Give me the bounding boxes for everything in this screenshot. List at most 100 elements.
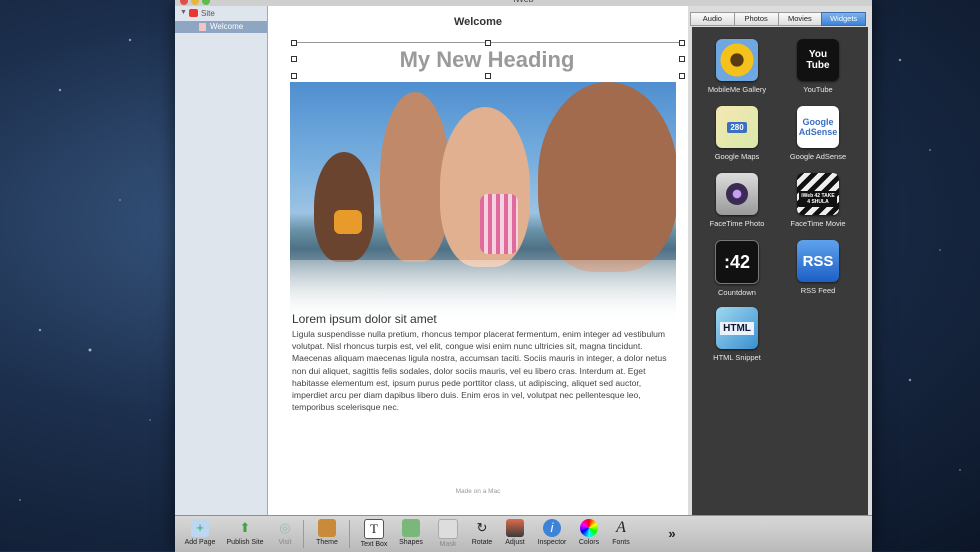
sidebar-item-welcome[interactable]: Welcome <box>175 21 267 33</box>
fonts-button[interactable]: A Fonts <box>609 518 633 546</box>
add-page-icon: + <box>191 519 209 537</box>
rotate-icon: ↻ <box>476 520 488 535</box>
camera-lens-icon <box>726 183 748 205</box>
theme-button[interactable]: Theme <box>313 518 341 546</box>
adjust-icon <box>506 519 524 537</box>
fonts-label: Fonts <box>612 539 630 546</box>
toolbar-separator <box>303 520 304 548</box>
widget-facetime-movie[interactable]: iWeb 42 TAKE 4 SHULA FaceTime Movie <box>778 173 858 228</box>
widget-mobileme-gallery[interactable]: MobileMe Gallery <box>697 39 777 94</box>
window-title: iWeb <box>175 0 872 4</box>
tab-audio[interactable]: Audio <box>690 12 735 26</box>
mask-button[interactable]: Mask <box>435 518 461 548</box>
body-text[interactable]: Ligula suspendisse nulla pretium, rhoncu… <box>292 328 672 413</box>
disclosure-triangle-icon[interactable]: ▼ <box>180 9 187 16</box>
rotate-button[interactable]: ↻ Rotate <box>469 518 495 546</box>
google-maps-icon: 280 <box>716 106 758 148</box>
photo-reflection <box>290 260 676 320</box>
body-heading[interactable]: Lorem ipsum dolor sit amet <box>292 312 437 326</box>
add-page-button[interactable]: + Add Page <box>183 518 217 546</box>
resize-handle[interactable] <box>679 40 685 46</box>
swimsuit-shape <box>334 210 362 234</box>
adjust-button[interactable]: Adjust <box>501 518 529 546</box>
widget-label: Google Maps <box>714 152 760 161</box>
visit-button[interactable]: ◎ Visit <box>273 518 297 546</box>
beach-photo[interactable] <box>290 82 676 320</box>
countdown-icon: :42 <box>715 240 759 284</box>
visit-label: Visit <box>278 539 292 546</box>
youtube-icon-text: You Tube <box>806 49 830 71</box>
widget-rss-feed[interactable]: RSS RSS Feed <box>778 240 858 295</box>
publish-site-button[interactable]: ⬆ Publish Site <box>225 518 265 546</box>
widget-grid: MobileMe Gallery You Tube YouTube 280 Go… <box>692 27 868 515</box>
adjust-label: Adjust <box>505 539 525 546</box>
toolbar-overflow-button[interactable]: » <box>665 526 679 541</box>
widget-facetime-photo[interactable]: FaceTime Photo <box>697 173 777 228</box>
resize-handle[interactable] <box>485 73 491 79</box>
widget-label: YouTube <box>803 85 833 94</box>
colors-button[interactable]: Colors <box>575 518 603 546</box>
facetime-photo-icon <box>716 173 758 215</box>
site-sidebar: ▼ Site Welcome <box>175 6 268 515</box>
theme-label: Theme <box>316 539 338 546</box>
page-title[interactable]: Welcome <box>268 16 688 28</box>
widget-google-adsense[interactable]: Google AdSense Google AdSense <box>778 106 858 161</box>
inspector-icon: i <box>543 519 561 537</box>
toolbar-separator <box>349 520 350 548</box>
rss-icon: RSS <box>797 240 839 282</box>
visit-globe-icon: ◎ <box>279 520 291 535</box>
page-heading[interactable]: My New Heading <box>294 47 680 73</box>
html-icon: HTML <box>716 307 758 349</box>
google-adsense-icon: Google AdSense <box>797 106 839 148</box>
widget-google-maps[interactable]: 280 Google Maps <box>697 106 777 161</box>
publish-arrow-icon: ⬆ <box>239 520 251 535</box>
heading-text-box[interactable]: My New Heading <box>291 40 685 79</box>
person-shape <box>538 82 676 272</box>
inspector-button[interactable]: i Inspector <box>535 518 569 546</box>
sunflower-icon <box>716 39 758 81</box>
text-box-button[interactable]: T Text Box <box>357 518 391 548</box>
add-page-label: Add Page <box>184 539 216 546</box>
clapperboard-icon: iWeb 42 TAKE 4 SHULA <box>797 173 839 215</box>
tab-movies[interactable]: Movies <box>777 12 823 26</box>
widget-label: FaceTime Movie <box>790 219 846 228</box>
person-shape <box>314 152 374 262</box>
shapes-button[interactable]: Shapes <box>397 518 425 546</box>
resize-handle[interactable] <box>291 40 297 46</box>
resize-handle[interactable] <box>485 40 491 46</box>
text-box-label: Text Box <box>360 541 388 548</box>
rss-icon-text: RSS <box>802 252 834 270</box>
sidebar-item-site[interactable]: ▼ Site <box>175 8 267 21</box>
mask-label: Mask <box>439 541 457 548</box>
widget-label: FaceTime Photo <box>709 219 765 228</box>
site-icon <box>189 9 198 17</box>
widget-html-snippet[interactable]: HTML HTML Snippet <box>697 307 777 362</box>
resize-handle[interactable] <box>291 73 297 79</box>
resize-handle[interactable] <box>679 73 685 79</box>
clapper-text: iWeb 42 TAKE 4 SHULA <box>799 191 837 207</box>
made-on-a-mac-text: Made on a Mac <box>455 488 501 495</box>
tab-widgets[interactable]: Widgets <box>821 12 866 26</box>
widget-label: MobileMe Gallery <box>707 85 767 94</box>
page-icon <box>199 23 206 31</box>
html-icon-text: HTML <box>720 321 754 335</box>
shapes-icon <box>402 519 420 537</box>
colors-label: Colors <box>578 539 600 546</box>
site-label: Site <box>201 9 215 18</box>
adsense-icon-text: Google AdSense <box>798 117 838 137</box>
widget-label: RSS Feed <box>800 286 836 295</box>
theme-icon <box>318 519 336 537</box>
inspector-label: Inspector <box>537 539 567 546</box>
fonts-icon: A <box>616 519 626 536</box>
shapes-label: Shapes <box>399 539 423 546</box>
media-tabs: Audio Photos Movies Widgets <box>690 12 866 26</box>
swimsuit-shape <box>480 194 518 254</box>
page-canvas[interactable]: Welcome My New Heading Lorem ipsum dolor… <box>268 6 688 515</box>
widget-countdown[interactable]: :42 Countdown <box>697 240 777 297</box>
maps-icon-text: 280 <box>727 121 747 133</box>
tab-photos[interactable]: Photos <box>733 12 779 26</box>
widget-youtube[interactable]: You Tube YouTube <box>778 39 858 94</box>
widget-label: HTML Snippet <box>713 353 761 362</box>
text-box-icon: T <box>364 519 384 539</box>
color-wheel-icon <box>580 519 598 537</box>
